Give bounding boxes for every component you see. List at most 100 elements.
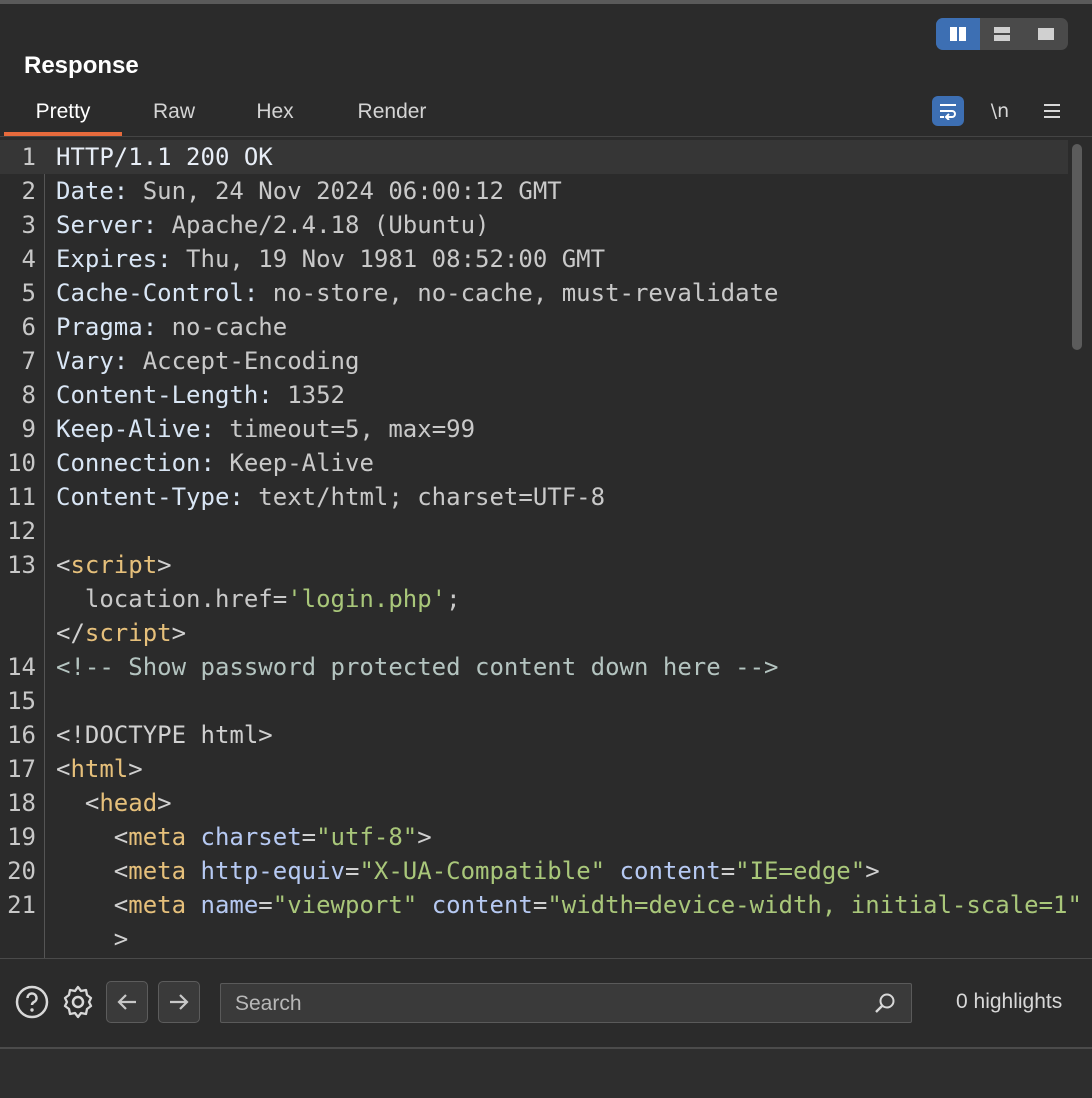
line-content: <meta name="viewport" content="width=dev… (56, 888, 1082, 922)
code-line[interactable]: 2 Date: Sun, 24 Nov 2024 06:00:12 GMT (0, 174, 1068, 208)
single-pane-button[interactable] (1024, 18, 1068, 50)
token-comment: <!-- Show password protected content dow… (56, 653, 779, 681)
line-number: 1 (21, 143, 36, 171)
split-horizontal-icon (994, 27, 1010, 41)
search-input[interactable] (233, 984, 867, 1024)
token-punct: = (345, 857, 360, 885)
settings-button[interactable] (60, 984, 96, 1020)
code-line[interactable]: 1 HTTP/1.1 200 OK (0, 140, 1068, 174)
line-content: Pragma: no-cache (56, 310, 287, 344)
token-val: Sun, 24 Nov 2024 06:00:12 GMT (128, 177, 562, 205)
line-content: HTTP/1.1 200 OK (56, 140, 273, 174)
code-line[interactable]: 10 Connection: Keep-Alive (0, 446, 1068, 480)
token-key: Server: (56, 211, 158, 239)
token-attr: content (431, 891, 533, 919)
token-tag: meta (128, 857, 187, 885)
code-line[interactable]: 19 <meta charset="utf-8"> (0, 820, 1068, 854)
token-val: no-cache (157, 313, 288, 341)
token-punct: > (865, 857, 880, 885)
code-line[interactable]: 3 Server: Apache/2.4.18 (Ubuntu) (0, 208, 1068, 242)
search-field[interactable] (220, 983, 912, 1024)
line-number: 3 (21, 211, 36, 239)
token-val: Keep-Alive (214, 449, 374, 477)
code-line[interactable]: 17 <html> (0, 752, 1068, 786)
single-pane-icon (1038, 28, 1054, 40)
line-number: 6 (21, 313, 36, 341)
tab-pretty[interactable]: Pretty (4, 96, 122, 136)
line-content: Keep-Alive: timeout=5, max=99 (56, 412, 475, 446)
menu-button[interactable] (1036, 96, 1068, 126)
token-str: "X-UA-Compatible" (359, 857, 606, 885)
line-content: Content-Length: 1352 (56, 378, 345, 412)
tab-render[interactable]: Render (324, 96, 460, 136)
split-horizontal-button[interactable] (980, 18, 1024, 50)
editor-scrollbar[interactable] (1072, 144, 1082, 350)
line-number: 14 (7, 653, 36, 681)
split-vertical-button[interactable] (936, 18, 980, 50)
code-line[interactable]: location.href='login.php'; (0, 582, 1068, 616)
footer-bar (0, 1047, 1092, 1098)
code-line[interactable]: 8 Content-Length: 1352 (0, 378, 1068, 412)
token-str: "viewport" (272, 891, 418, 919)
line-number: 17 (7, 755, 36, 783)
view-options-toolbar: \n (932, 96, 1068, 126)
token-tag: script (70, 551, 158, 579)
show-newlines-button[interactable]: \n (984, 96, 1016, 126)
code-line[interactable]: 13 <script> (0, 548, 1068, 582)
line-content: Vary: Accept-Encoding (56, 344, 359, 378)
token-tag: meta (128, 823, 187, 851)
code-line[interactable]: > (0, 922, 1068, 956)
tab-divider (0, 136, 1092, 137)
arrow-right-icon (170, 994, 189, 1010)
line-content: </script> (56, 616, 186, 650)
response-editor[interactable]: 1 HTTP/1.1 200 OK 2 Date: Sun, 24 Nov 2024 … (0, 140, 1092, 958)
split-vertical-icon (950, 27, 966, 41)
code-line[interactable]: 15 (0, 684, 1068, 718)
word-wrap-button[interactable] (932, 96, 964, 126)
line-content: > (56, 922, 128, 956)
layout-toggle[interactable] (936, 18, 1068, 50)
token-val: Accept-Encoding (128, 347, 360, 375)
code-line[interactable]: 21 <meta name="viewport" content="width=… (0, 888, 1082, 922)
line-content: <meta charset="utf-8"> (56, 820, 432, 854)
forward-button[interactable] (158, 981, 200, 1023)
token-punct: = (301, 823, 317, 851)
token-key: Date: (56, 177, 129, 205)
token-punct: = (720, 857, 736, 885)
token-punct: > (128, 755, 143, 783)
code-line[interactable]: 16 <!DOCTYPE html> (0, 718, 1068, 752)
code-line[interactable]: 14 <!-- Show password protected content d… (0, 650, 1068, 684)
tab-raw[interactable]: Raw (122, 96, 226, 136)
line-number: 18 (7, 789, 36, 817)
token-tag: html (70, 755, 129, 783)
line-content: Server: Apache/2.4.18 (Ubuntu) (56, 208, 490, 242)
line-number: 20 (7, 857, 36, 885)
token-attr: content (619, 857, 721, 885)
token-punct: < (56, 789, 100, 817)
code-line[interactable]: 20 <meta http-equiv="X-UA-Compatible" co… (0, 854, 1068, 888)
code-line[interactable]: 11 Content-Type: text/html; charset=UTF-8 (0, 480, 1068, 514)
tab-hex[interactable]: Hex (226, 96, 324, 136)
token-punct (186, 857, 200, 885)
code-line[interactable]: 6 Pragma: no-cache (0, 310, 1068, 344)
code-line[interactable]: 4 Expires: Thu, 19 Nov 1981 08:52:00 GMT (0, 242, 1068, 276)
search-icon-wrap[interactable] (873, 991, 897, 1015)
code-line[interactable]: </script> (0, 616, 1068, 650)
code-line[interactable]: 12 (0, 514, 1068, 548)
token-tag: script (84, 619, 172, 647)
token-key: Expires: (56, 245, 172, 273)
token-punct: < (56, 857, 129, 885)
line-content: <!-- Show password protected content dow… (56, 650, 778, 684)
token-val: 1352 (272, 381, 345, 409)
line-number: 15 (7, 687, 36, 715)
code-line[interactable]: 7 Vary: Accept-Encoding (0, 344, 1068, 378)
code-line[interactable]: 5 Cache-Control: no-store, no-cache, must… (0, 276, 1068, 310)
token-punct: < (56, 755, 71, 783)
code-line[interactable]: 18 <head> (0, 786, 1068, 820)
code-line[interactable]: 9 Keep-Alive: timeout=5, max=99 (0, 412, 1068, 446)
back-button[interactable] (106, 981, 148, 1023)
line-number: 7 (21, 347, 36, 375)
help-button[interactable] (14, 984, 50, 1020)
line-content: <meta http-equiv="X-UA-Compatible" conte… (56, 854, 880, 888)
line-number: 4 (21, 245, 36, 273)
